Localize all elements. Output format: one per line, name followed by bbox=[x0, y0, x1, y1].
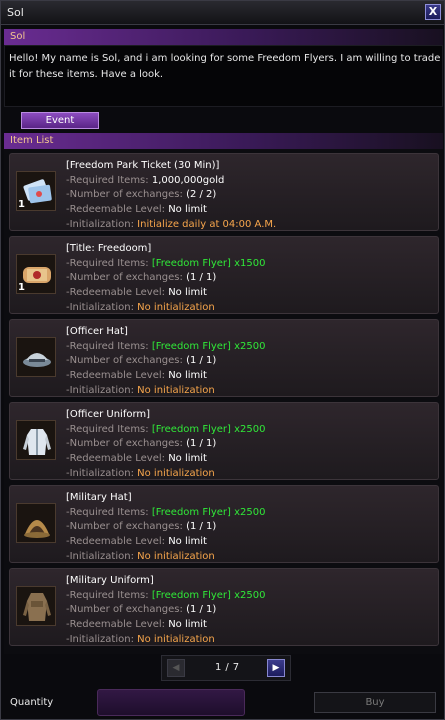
exchanges-value: (1 / 1) bbox=[186, 272, 217, 284]
item-details: [Officer Uniform] -Required Items: [Freed… bbox=[66, 408, 436, 481]
required-value: [Freedom Flyer] x2500 bbox=[151, 506, 266, 518]
npc-name: Sol bbox=[10, 31, 26, 42]
level-label: -Redeemable Level: bbox=[66, 370, 166, 382]
level-value: No limit bbox=[168, 619, 207, 631]
init-label: -Initialization: bbox=[66, 218, 134, 230]
item-name: [Officer Hat] bbox=[66, 326, 128, 337]
quantity-input[interactable] bbox=[97, 689, 245, 716]
level-value: No limit bbox=[168, 204, 207, 216]
item-icon-slot[interactable] bbox=[16, 420, 56, 460]
exchanges-label: -Number of exchanges: bbox=[66, 438, 183, 450]
level-label: -Redeemable Level: bbox=[66, 204, 166, 216]
required-label: -Required Items: bbox=[66, 423, 149, 435]
quantity-label: Quantity bbox=[10, 697, 54, 708]
item-list-header: Item List bbox=[4, 133, 443, 149]
level-value: No limit bbox=[168, 370, 207, 382]
total-pages: 7 bbox=[232, 662, 240, 673]
init-label: -Initialization: bbox=[66, 550, 134, 562]
list-item[interactable]: [Officer Uniform] -Required Items: [Freed… bbox=[9, 402, 439, 480]
init-label: -Initialization: bbox=[66, 301, 134, 313]
exchanges-label: -Number of exchanges: bbox=[66, 355, 183, 367]
required-value: [Freedom Flyer] x2500 bbox=[151, 423, 266, 435]
level-label: -Redeemable Level: bbox=[66, 287, 166, 299]
exchanges-value: (1 / 1) bbox=[186, 438, 217, 450]
item-name: [Military Hat] bbox=[66, 492, 132, 503]
item-list: 1 [Freedom Park Ticket (30 Min)] -Required… bbox=[4, 149, 443, 654]
level-label: -Redeemable Level: bbox=[66, 536, 166, 548]
stack-count: 1 bbox=[18, 282, 25, 293]
item-details: [Title: Freedoom] -Required Items: [Freed… bbox=[66, 242, 436, 315]
required-label: -Required Items: bbox=[66, 589, 149, 601]
pagination: ◀ 1/7 ▶ bbox=[161, 655, 291, 681]
title-bar[interactable]: Sol X bbox=[1, 1, 444, 25]
stack-count: 1 bbox=[18, 199, 25, 210]
init-label: -Initialization: bbox=[66, 384, 134, 396]
required-value: [Freedom Flyer] x2500 bbox=[151, 589, 266, 601]
init-value: No initialization bbox=[137, 550, 215, 562]
init-value: No initialization bbox=[137, 633, 215, 645]
item-name: [Officer Uniform] bbox=[66, 409, 151, 420]
required-value: [Freedom Flyer] x2500 bbox=[151, 340, 266, 352]
close-icon: X bbox=[428, 5, 438, 18]
buy-button[interactable]: Buy bbox=[314, 692, 436, 713]
level-label: -Redeemable Level: bbox=[66, 619, 166, 631]
list-item[interactable]: 1 [Freedom Park Ticket (30 Min)] -Required… bbox=[9, 153, 439, 231]
required-value: 1,000,000gold bbox=[151, 174, 225, 186]
current-page: 1 bbox=[214, 662, 222, 673]
list-item[interactable]: [Military Hat] -Required Items: [Freedom … bbox=[9, 485, 439, 563]
exchanges-label: -Number of exchanges: bbox=[66, 272, 183, 284]
item-name: [Freedom Park Ticket (30 Min)] bbox=[66, 160, 220, 171]
item-icon-slot[interactable] bbox=[16, 586, 56, 626]
window-title: Sol bbox=[7, 6, 24, 19]
page-separator: / bbox=[225, 662, 229, 673]
npc-dialog-box: Hello! My name is Sol, and i am looking … bbox=[4, 45, 443, 107]
item-details: [Military Uniform] -Required Items: [Free… bbox=[66, 574, 436, 647]
list-item[interactable]: [Officer Hat] -Required Items: [Freedom F… bbox=[9, 319, 439, 397]
exchanges-value: (1 / 1) bbox=[186, 355, 217, 367]
required-value: [Freedom Flyer] x1500 bbox=[151, 257, 266, 269]
exchanges-label: -Number of exchanges: bbox=[66, 604, 183, 616]
next-page-button[interactable]: ▶ bbox=[267, 659, 285, 677]
item-icon-slot[interactable]: 1 bbox=[16, 254, 56, 294]
init-label: -Initialization: bbox=[66, 633, 134, 645]
item-list-title: Item List bbox=[10, 135, 54, 146]
init-value: Initialize daily at 04:00 A.M. bbox=[137, 218, 277, 230]
exchanges-label: -Number of exchanges: bbox=[66, 189, 183, 201]
list-item[interactable]: 1 [Title: Freedoom] -Required Items: [Free… bbox=[9, 236, 439, 314]
npc-name-bar: Sol bbox=[4, 29, 443, 45]
init-value: No initialization bbox=[137, 467, 215, 479]
init-value: No initialization bbox=[137, 384, 215, 396]
required-label: -Required Items: bbox=[66, 257, 149, 269]
init-label: -Initialization: bbox=[66, 467, 134, 479]
exchanges-value: (1 / 1) bbox=[186, 521, 217, 533]
required-label: -Required Items: bbox=[66, 340, 149, 352]
item-icon-slot[interactable] bbox=[16, 337, 56, 377]
level-label: -Redeemable Level: bbox=[66, 453, 166, 465]
level-value: No limit bbox=[168, 453, 207, 465]
item-name: [Military Uniform] bbox=[66, 575, 154, 586]
item-icon-slot[interactable]: 1 bbox=[16, 171, 56, 211]
chevron-right-icon: ▶ bbox=[272, 663, 280, 673]
init-value: No initialization bbox=[137, 301, 215, 313]
exchanges-label: -Number of exchanges: bbox=[66, 521, 183, 533]
item-details: [Freedom Park Ticket (30 Min)] -Required … bbox=[66, 159, 436, 232]
item-name: [Title: Freedoom] bbox=[66, 243, 152, 254]
item-details: [Officer Hat] -Required Items: [Freedom F… bbox=[66, 325, 436, 398]
tab-event[interactable]: Event bbox=[21, 112, 99, 129]
item-details: [Military Hat] -Required Items: [Freedom … bbox=[66, 491, 436, 564]
level-value: No limit bbox=[168, 287, 207, 299]
npc-trade-window: Sol X Sol Hello! My name is Sol, and i a… bbox=[0, 0, 445, 720]
level-value: No limit bbox=[168, 536, 207, 548]
exchanges-value: (1 / 1) bbox=[186, 604, 217, 616]
exchanges-value: (2 / 2) bbox=[186, 189, 217, 201]
required-label: -Required Items: bbox=[66, 506, 149, 518]
close-button[interactable]: X bbox=[425, 4, 441, 20]
npc-dialog-text: Hello! My name is Sol, and i am looking … bbox=[9, 53, 441, 80]
list-item[interactable]: [Military Uniform] -Required Items: [Free… bbox=[9, 568, 439, 646]
item-icon-slot[interactable] bbox=[16, 503, 56, 543]
required-label: -Required Items: bbox=[66, 174, 149, 186]
